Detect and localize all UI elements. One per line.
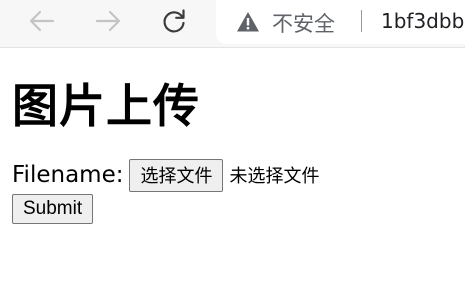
back-button[interactable]	[24, 6, 60, 36]
arrow-right-icon	[95, 10, 121, 32]
security-label[interactable]: 不安全	[272, 8, 335, 38]
page-title: 图片上传	[12, 79, 200, 133]
reload-icon	[163, 9, 185, 33]
forward-button[interactable]	[90, 6, 126, 36]
reload-button[interactable]	[156, 6, 192, 36]
filename-label: Filename:	[12, 162, 124, 188]
submit-button[interactable]: Submit	[12, 194, 94, 224]
choose-file-button[interactable]: 选择文件	[129, 158, 224, 192]
file-status-text: 未选择文件	[229, 166, 320, 187]
browser-toolbar: 不安全 1bf3dbb	[0, 0, 465, 48]
filename-row: Filename: 选择文件 未选择文件	[12, 158, 319, 192]
url-text[interactable]: 1bf3dbb	[381, 9, 464, 33]
warning-triangle-icon	[237, 12, 259, 32]
arrow-left-icon	[29, 10, 55, 32]
address-separator	[361, 10, 362, 32]
